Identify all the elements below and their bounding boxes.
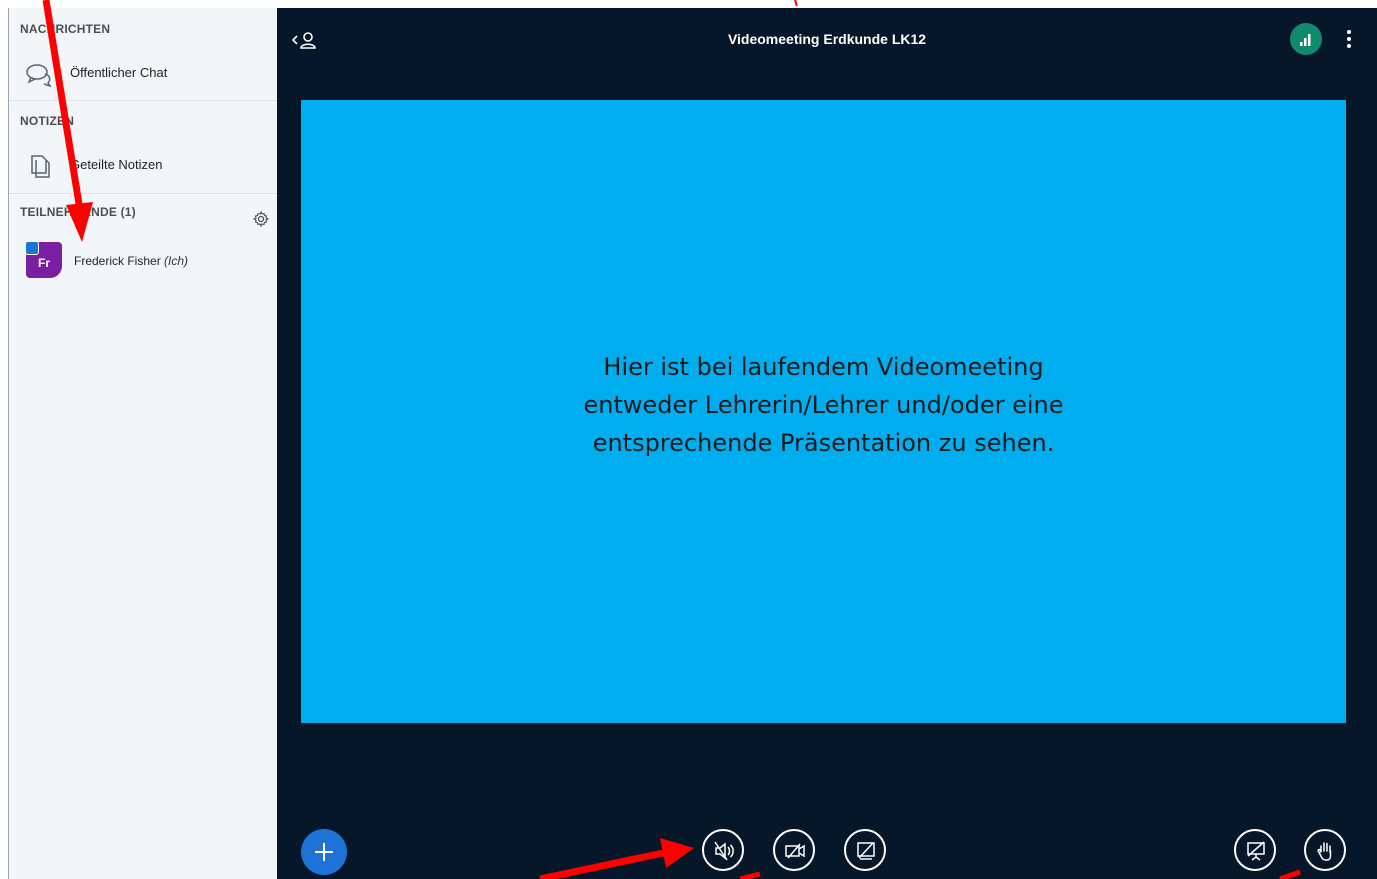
plus-icon [315, 843, 333, 861]
main-area: Videomeeting Erdkunde LK12 Hier ist bei … [277, 8, 1377, 879]
presentation-line: Hier ist bei laufendem Videomeeting [603, 353, 1044, 381]
annotation-arrow-mark-top [794, 0, 798, 7]
avatar: Fr [25, 241, 62, 278]
actions-plus-button[interactable] [301, 829, 347, 875]
camera-off-icon [785, 843, 805, 859]
connection-status-button[interactable] [1290, 23, 1322, 55]
more-options-icon[interactable] [1343, 28, 1355, 50]
raise-hand-button[interactable] [1304, 829, 1346, 871]
messages-section-title: NACHRICHTEN [20, 22, 111, 36]
presentation-area: Hier ist bei laufendem Videomeeting entw… [301, 100, 1346, 723]
sidebar: NACHRICHTEN Öffentlicher Chat NOTIZEN Ge… [8, 8, 277, 879]
audio-icon [714, 841, 734, 861]
chat-icon [26, 64, 52, 88]
raise-hand-icon [1317, 842, 1332, 861]
public-chat-item[interactable]: Öffentlicher Chat [9, 54, 277, 90]
user-list-item[interactable]: Fr Frederick Fisher (Ich) [9, 240, 277, 284]
presentation-text: Hier ist bei laufendem Videomeeting entw… [301, 348, 1346, 462]
shared-notes-label: Geteilte Notizen [70, 156, 163, 172]
restore-presentation-button[interactable] [1234, 829, 1276, 871]
shared-notes-item[interactable]: Geteilte Notizen [9, 146, 277, 182]
presentation-line: entsprechende Präsentation zu sehen. [592, 429, 1055, 457]
user-me-suffix: (Ich) [164, 254, 189, 268]
screen-share-off-icon [857, 842, 875, 860]
presenter-badge-icon [25, 241, 39, 255]
presentation-line: entweder Lehrerin/Lehrer und/oder eine [583, 391, 1064, 419]
divider [9, 193, 277, 194]
join-audio-button[interactable] [702, 829, 744, 871]
participants-section-title: TEILNEHMENDE (1) [20, 205, 136, 219]
meeting-title: Videomeeting Erdkunde LK12 [727, 31, 927, 47]
share-camera-button[interactable] [773, 829, 815, 871]
notes-icon [31, 155, 50, 178]
user-name-text: Frederick Fisher [74, 254, 161, 268]
presentation-off-icon [1247, 841, 1265, 861]
avatar-initials: Fr [38, 256, 50, 270]
header: Videomeeting Erdkunde LK12 [277, 8, 1377, 68]
connection-status-icon [1300, 34, 1311, 46]
public-chat-label: Öffentlicher Chat [70, 64, 168, 80]
notes-section-title: NOTIZEN [20, 114, 75, 128]
user-name: Frederick Fisher (Ich) [74, 254, 188, 268]
share-screen-button[interactable] [844, 829, 886, 871]
divider [9, 100, 277, 101]
gear-icon[interactable] [253, 211, 269, 227]
